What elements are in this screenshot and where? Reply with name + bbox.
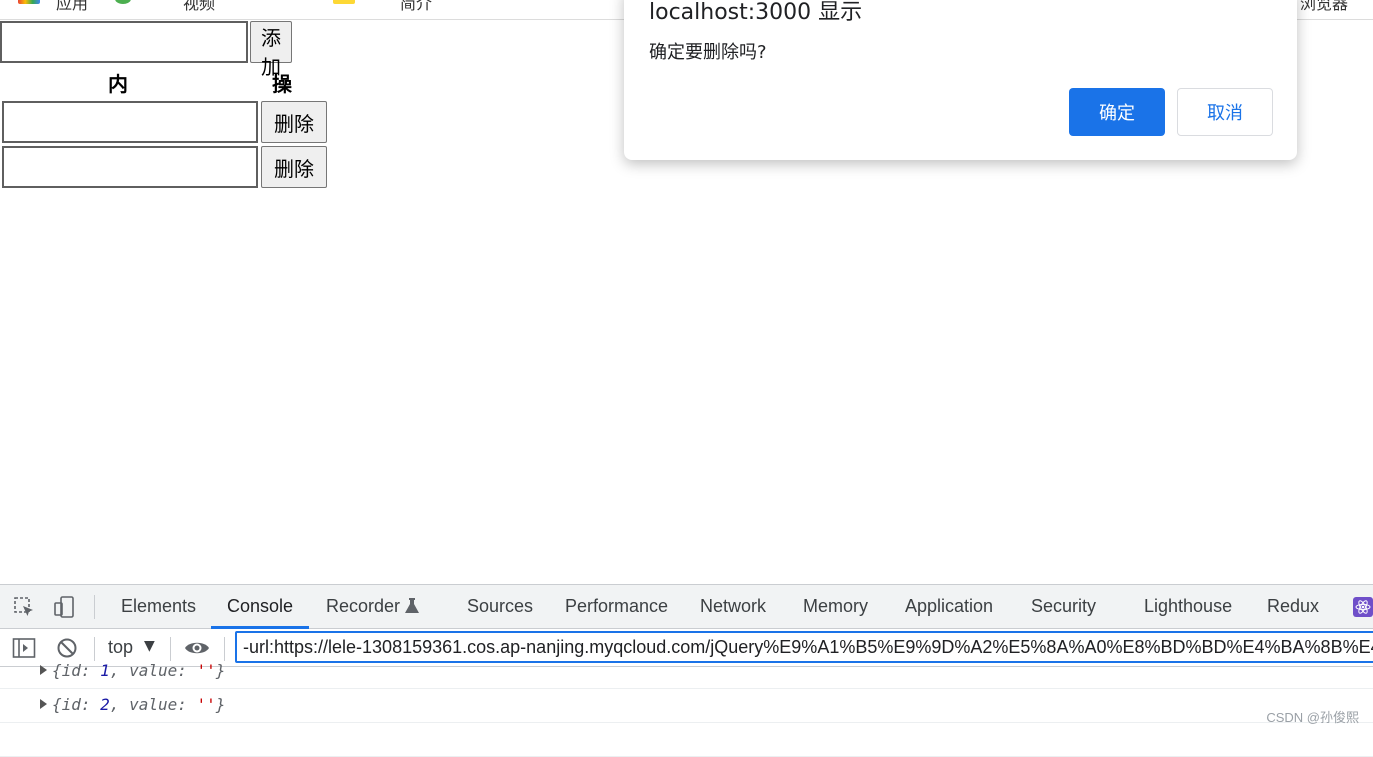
wechat-icon[interactable] [115, 0, 131, 4]
bookmark-browser[interactable]: 浏览器 [1300, 0, 1348, 14]
add-row: 添加 [0, 21, 292, 79]
log-object: {id: 1, value: ''} [52, 661, 226, 680]
add-input[interactable] [0, 21, 248, 63]
context-dropdown-icon[interactable]: ▼ [144, 638, 155, 654]
tab-redux[interactable]: Redux [1267, 596, 1319, 617]
tab-elements[interactable]: Elements [121, 596, 196, 617]
tabbar-separator [94, 595, 95, 619]
confirm-ok-button[interactable]: 确定 [1069, 88, 1165, 136]
bookmark-apps[interactable]: 应用 [56, 0, 88, 14]
inspect-element-icon[interactable] [12, 595, 36, 619]
log-value-string: '' [196, 695, 216, 714]
tab-recorder[interactable]: Recorder [326, 596, 400, 617]
bookmark-yellow-icon[interactable] [333, 0, 355, 4]
bookmark-intro[interactable]: 简介 [400, 0, 432, 14]
row-1-delete-button[interactable]: 删除 [261, 101, 327, 143]
console-log-2[interactable]: {id: 2, value: ''} [0, 689, 1373, 723]
tab-application[interactable]: Application [905, 596, 993, 617]
device-toggle-icon[interactable] [52, 595, 76, 619]
console-log-1[interactable]: {id: 1, value: ''} [0, 655, 1373, 689]
bookmark-video[interactable]: 视频 [183, 0, 215, 14]
log-id-value: 2 [100, 695, 110, 714]
tab-performance[interactable]: Performance [565, 596, 668, 617]
log-id-value: 1 [100, 661, 110, 680]
log-object: {id: 2, value: ''} [52, 695, 226, 714]
expand-arrow-icon[interactable] [40, 665, 47, 675]
devtools-panel: Elements Console Recorder Sources Perfor… [0, 584, 1373, 757]
watermark: CSDN @孙俊熙 [1266, 710, 1359, 725]
tab-sources[interactable]: Sources [467, 596, 533, 617]
expand-arrow-icon[interactable] [40, 699, 47, 709]
confirm-cancel-button[interactable]: 取消 [1177, 88, 1273, 136]
tab-security[interactable]: Security [1031, 596, 1096, 617]
flask-icon [405, 598, 419, 613]
log-value-string: '' [196, 661, 216, 680]
tab-memory[interactable]: Memory [803, 596, 868, 617]
dialog-message: 确定要删除吗? [649, 42, 767, 63]
console-log-3-partial [0, 723, 1373, 757]
apps-icon[interactable] [18, 0, 40, 4]
add-button[interactable]: 添加 [250, 21, 292, 79]
tab-console[interactable]: Console [227, 596, 293, 617]
dialog-title: localhost:3000 显示 [649, 0, 863, 25]
tab-lighthouse[interactable]: Lighthouse [1144, 596, 1232, 617]
row-2-input[interactable] [2, 146, 258, 188]
devtools-tabbar: Elements Console Recorder Sources Perfor… [0, 585, 1373, 629]
tab-network[interactable]: Network [700, 596, 766, 617]
row-2-delete-button[interactable]: 删除 [261, 146, 327, 188]
react-devtools-icon[interactable] [1353, 597, 1373, 617]
confirm-dialog: localhost:3000 显示 确定要删除吗? 确定 取消 [624, 0, 1297, 160]
row-1-input[interactable] [2, 101, 258, 143]
